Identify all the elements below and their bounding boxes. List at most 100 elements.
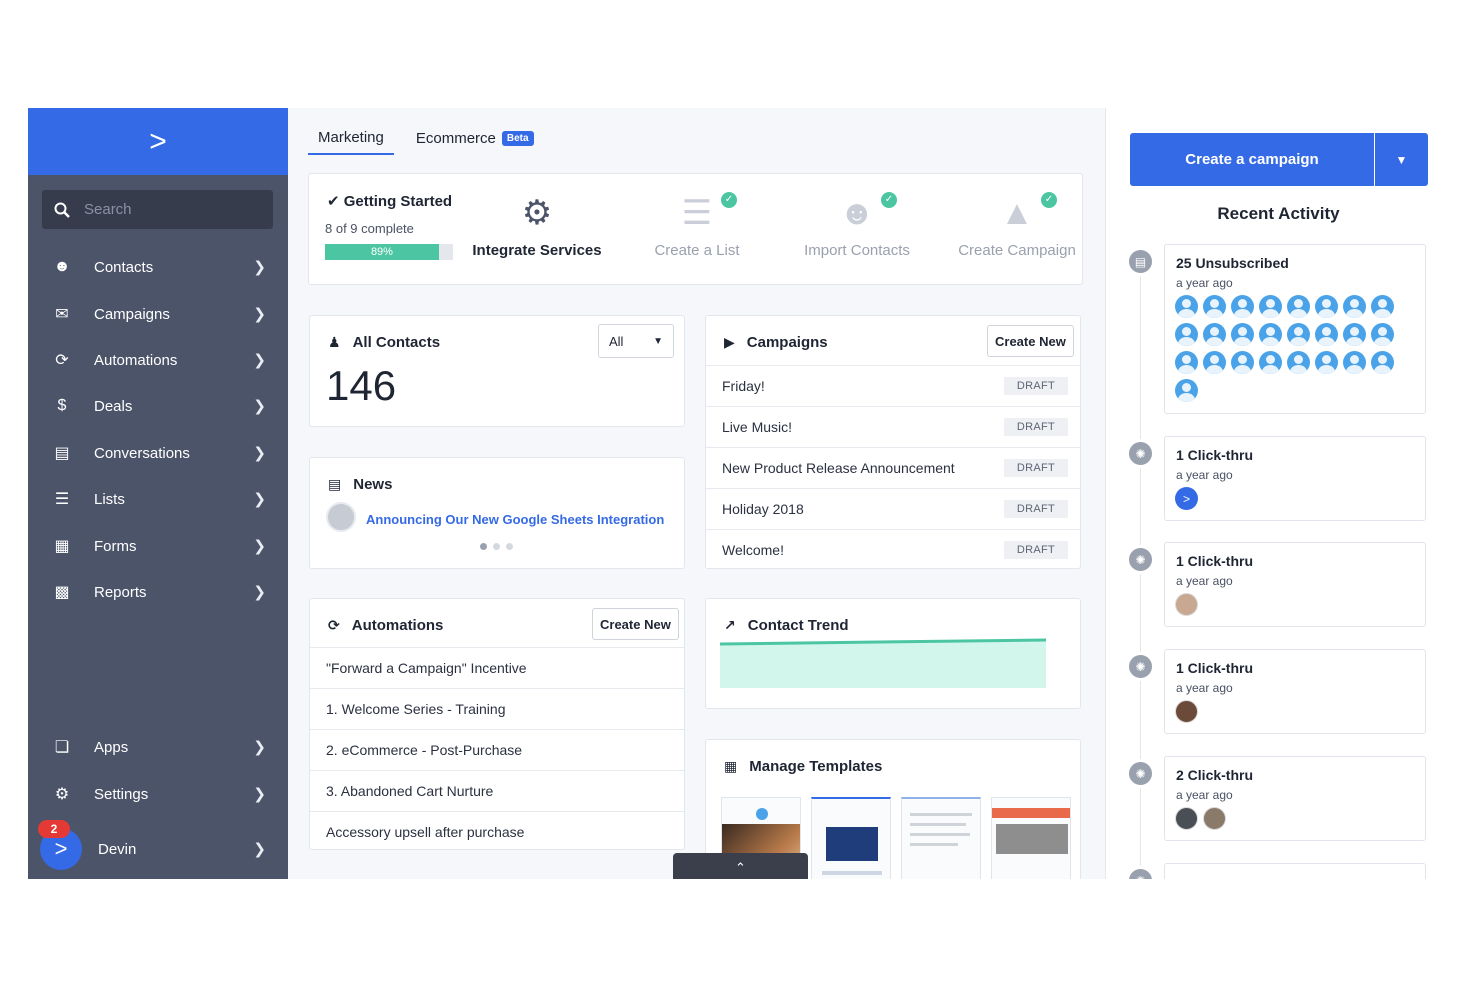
create-campaign-button[interactable]: Create New [987,325,1074,357]
person-icon[interactable] [1315,323,1338,346]
tab-ecommerce[interactable]: Ecommerce Beta [416,127,544,154]
trend-area [720,640,1046,688]
create-campaign-main-button[interactable]: Create a campaign [1130,133,1374,186]
person-icon[interactable] [1259,295,1282,318]
person-icon[interactable] [1259,351,1282,374]
sidebar-item-lists[interactable]: ☰ Lists ❯ [28,479,288,519]
carousel-dot[interactable] [480,543,487,550]
news-headline-link[interactable]: Announcing Our New Google Sheets Integra… [366,512,664,527]
tab-marketing[interactable]: Marketing [308,126,394,155]
person-icon[interactable] [1343,351,1366,374]
person-icon[interactable] [1231,295,1254,318]
list-item[interactable]: 3. Abandoned Cart Nurture [310,770,684,811]
chevron-right-icon: ❯ [253,259,266,276]
contacts-icon: ☻ ✓ [777,190,937,236]
automation-list: "Forward a Campaign" Incentive 1. Welcom… [310,647,684,852]
search-icon [54,202,70,218]
sidebar-item-user[interactable]: > 2 Devin ❯ [28,820,288,871]
list-item[interactable]: "Forward a Campaign" Incentive [310,647,684,688]
list-item[interactable]: 2. eCommerce - Post-Purchase [310,729,684,770]
sidebar-item-campaigns[interactable]: ✉ Campaigns ❯ [28,294,288,334]
sidebar-item-reports[interactable]: ▩ Reports ❯ [28,572,288,612]
step-integrate-services[interactable]: ⚙ Integrate Services [457,190,617,259]
chevron-up-icon: ⌃ [735,860,746,875]
campaign-list: Friday! DRAFT Live Music! DRAFT New Produc… [706,365,1080,570]
activity-card[interactable]: 2 Click-thru a year ago [1164,756,1426,841]
search-box[interactable] [42,190,273,229]
campaign-name: Live Music! [722,419,793,435]
list-item[interactable]: 1. Welcome Series - Training [310,688,684,729]
check-icon: ✓ [881,192,897,208]
template-thumbnail[interactable] [811,797,891,879]
list-item[interactable]: Holiday 2018 DRAFT [706,488,1080,529]
person-icon[interactable] [1371,351,1394,374]
collapse-panel-button[interactable]: ⌃ [673,853,808,879]
activity-card[interactable] [1164,863,1426,879]
create-automation-button[interactable]: Create New [592,608,679,640]
status-badge: DRAFT [1003,500,1068,518]
sidebar-item-label: Conversations [94,444,190,462]
list-item[interactable]: Welcome! DRAFT [706,529,1080,570]
person-icon[interactable] [1287,295,1310,318]
template-thumbnail[interactable] [901,797,981,879]
sidebar-item-apps[interactable]: ❏ Apps ❯ [28,727,288,767]
avatar[interactable] [1203,807,1226,830]
activity-card[interactable]: 25 Unsubscribed a year ago [1164,244,1426,414]
template-thumbnail[interactable] [991,797,1071,879]
sidebar-item-automations[interactable]: ⟳ Automations ❯ [28,340,288,380]
person-icon[interactable] [1175,295,1198,318]
person-icon[interactable] [1175,351,1198,374]
person-icon[interactable] [1231,323,1254,346]
step-create-campaign[interactable]: ▲ ✓ Create Campaign [937,190,1082,259]
chat-icon: ▤ [54,445,70,462]
list-item[interactable]: Live Music! DRAFT [706,406,1080,447]
click-icon: ✺ [1126,545,1155,574]
list-item[interactable]: New Product Release Announcement DRAFT [706,447,1080,488]
person-icon[interactable] [1343,295,1366,318]
click-icon: ✺ [1126,439,1155,468]
search-input[interactable] [84,201,264,218]
person-icon[interactable] [1203,295,1226,318]
sidebar-item-settings[interactable]: ⚙ Settings ❯ [28,774,288,814]
sidebar-item-conversations[interactable]: ▤ Conversations ❯ [28,433,288,473]
list-item[interactable]: Friday! DRAFT [706,365,1080,406]
sidebar-item-forms[interactable]: ▦ Forms ❯ [28,526,288,566]
contacts-filter-select[interactable]: All ▼ [598,324,674,358]
avatar[interactable]: > [1175,487,1198,510]
step-create-list[interactable]: ☰ ✓ Create a List [617,190,777,259]
person-icon[interactable] [1259,323,1282,346]
avatar[interactable] [1175,807,1198,830]
logo-icon: > [54,836,68,861]
person-icon[interactable] [1371,295,1394,318]
person-icon[interactable] [1175,379,1198,402]
carousel-dot[interactable] [493,543,500,550]
person-icon[interactable] [1203,351,1226,374]
avatar[interactable] [1175,700,1198,723]
person-icon[interactable] [1371,323,1394,346]
person-icon[interactable] [1203,323,1226,346]
person-icon[interactable] [1175,323,1198,346]
avatar[interactable] [1175,593,1198,616]
tab-label: Ecommerce [415,130,496,147]
person-icon[interactable] [1287,351,1310,374]
step-import-contacts[interactable]: ☻ ✓ Import Contacts [777,190,937,259]
notification-badge: 2 [38,820,70,838]
activity-card[interactable]: 1 Click-thru a year ago [1164,649,1426,734]
sidebar-item-label: Automations [94,351,178,369]
person-icon[interactable] [1315,295,1338,318]
person-icon[interactable] [1287,323,1310,346]
status-badge: DRAFT [1003,418,1068,436]
list-item[interactable]: Accessory upsell after purchase [310,811,684,852]
person-icon[interactable] [1315,351,1338,374]
sidebar-item-contacts[interactable]: ☻ Contacts ❯ [28,247,288,287]
sidebar-item-deals[interactable]: $ Deals ❯ [28,386,288,426]
person-icon[interactable] [1231,351,1254,374]
megaphone-icon: ▶ [724,334,735,350]
activity-card[interactable]: 1 Click-thru a year ago > [1164,436,1426,521]
person-icon[interactable] [1343,323,1366,346]
logo-bar[interactable]: > [28,108,288,175]
carousel-dot[interactable] [506,543,513,550]
activity-card[interactable]: 1 Click-thru a year ago [1164,542,1426,627]
create-campaign-dropdown-button[interactable]: ▼ [1375,133,1428,186]
sidebar-item-label: Reports [94,583,147,601]
